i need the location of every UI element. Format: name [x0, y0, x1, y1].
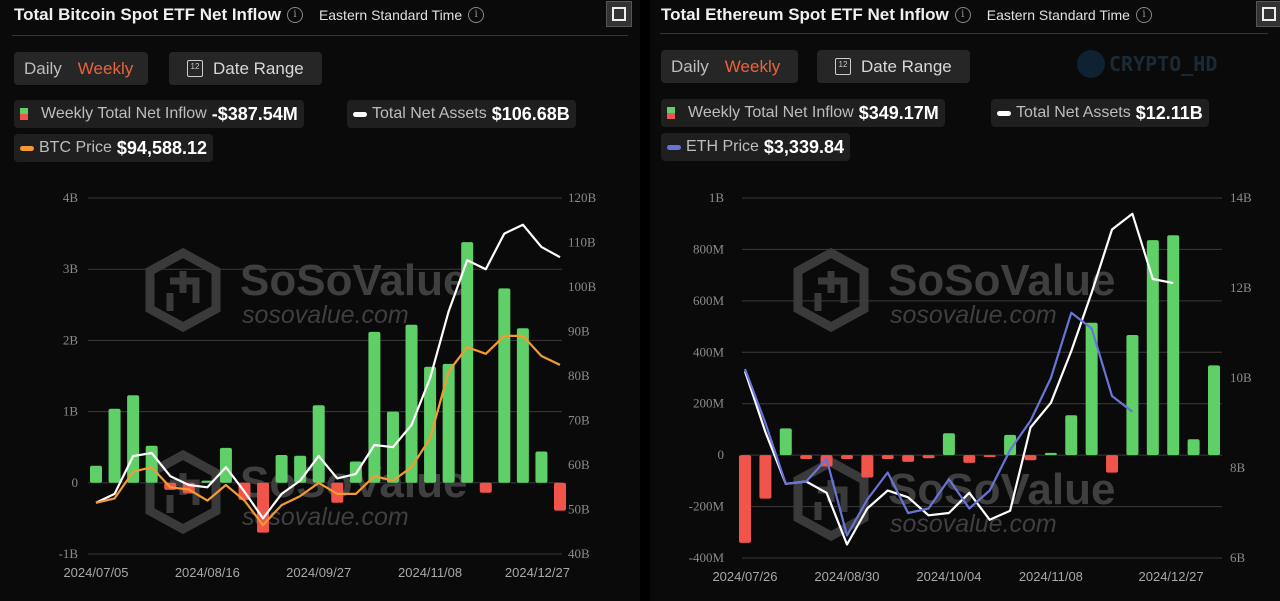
y-right-tick-label: 10B: [1230, 370, 1252, 385]
inflow-bar: [219, 447, 232, 483]
outflow-bar: [861, 455, 874, 478]
watermark-brand: SoSoValue: [240, 256, 467, 305]
y-right-tick-label: 40B: [568, 546, 590, 561]
watermark-brand: SoSoValue: [888, 256, 1115, 305]
inflow-bar: [90, 465, 102, 483]
y-right-tick-label: 120B: [568, 190, 597, 205]
watermark-site: sosovalue.com: [890, 510, 1057, 538]
inflow-bar: [461, 242, 474, 483]
y-right-tick-label: 12B: [1230, 280, 1252, 295]
y-left-tick-label: -200M: [689, 499, 725, 514]
y-left-tick-label: 0: [718, 447, 725, 462]
y-left-tick-label: 600M: [693, 293, 725, 308]
inflow-bar: [942, 433, 955, 456]
y-right-tick-label: 6B: [1230, 550, 1246, 565]
y-left-tick-label: 800M: [693, 241, 725, 256]
outflow-bar: [881, 455, 894, 459]
y-left-tick-label: 4B: [63, 190, 79, 205]
outflow-bar: [983, 455, 996, 458]
y-right-tick-label: 100B: [568, 279, 597, 294]
y-left-tick-label: 1B: [709, 190, 725, 205]
inflow-bar: [1146, 240, 1159, 456]
inflow-bar: [779, 428, 792, 456]
x-tick-label: 2024/11/08: [1019, 569, 1083, 584]
x-tick-label: 2024/12/27: [505, 565, 570, 580]
outflow-bar: [840, 455, 853, 459]
sosovalue-watermark: SoSoValuesosovalue.com: [793, 247, 1115, 333]
x-tick-label: 2024/11/08: [398, 565, 462, 580]
sosovalue-logo-icon: [814, 271, 848, 311]
inflow-bar: [1065, 415, 1078, 456]
inflow-bar: [516, 328, 529, 483]
inflow-bar: [368, 331, 381, 483]
sosovalue-watermark: SoSoValuesosovalue.com: [145, 247, 467, 333]
outflow-bar: [739, 455, 751, 543]
y-left-tick-label: -1B: [59, 546, 79, 561]
inflow-bar: [498, 288, 511, 483]
inflow-bar: [312, 405, 325, 483]
inflow-bar: [294, 455, 307, 483]
y-right-tick-label: 70B: [568, 413, 590, 428]
y-right-tick-label: 110B: [568, 235, 596, 250]
outflow-bar: [922, 455, 935, 459]
watermark-site: sosovalue.com: [890, 301, 1057, 329]
outflow-bar: [963, 455, 976, 463]
y-right-tick-label: 50B: [568, 502, 590, 517]
x-tick-label: 2024/09/27: [286, 565, 351, 580]
x-tick-label: 2024/07/05: [63, 565, 128, 580]
y-right-tick-label: 60B: [568, 457, 590, 472]
sosovalue-logo-icon: [814, 480, 848, 520]
sosovalue-logo-icon: [166, 271, 200, 311]
y-left-tick-label: 2B: [63, 332, 79, 347]
outflow-bar: [479, 482, 492, 493]
watermark-site: sosovalue.com: [242, 301, 409, 329]
y-right-tick-label: 14B: [1230, 190, 1252, 205]
y-right-tick-label: 8B: [1230, 460, 1246, 475]
y-left-tick-label: 0: [72, 475, 79, 490]
y-left-tick-label: 400M: [693, 344, 725, 359]
sosovalue-watermark: SoSoValuesosovalue.com: [145, 449, 467, 535]
x-tick-label: 2024/07/26: [712, 569, 777, 584]
inflow-bar: [1208, 365, 1220, 456]
inflow-bar: [1126, 335, 1139, 456]
outflow-bar: [902, 455, 915, 462]
inflow-bar: [1044, 452, 1057, 456]
inflow-bar: [442, 363, 455, 483]
x-tick-label: 2024/08/16: [175, 565, 240, 580]
inflow-bar: [108, 408, 121, 483]
inflow-bar: [1167, 235, 1180, 456]
y-left-tick-label: -400M: [689, 550, 725, 565]
inflow-bar: [275, 455, 288, 483]
outflow-bar: [800, 455, 813, 459]
inflow-bar: [145, 445, 158, 483]
outflow-bar: [1106, 455, 1119, 473]
outflow-bar: [554, 482, 566, 511]
x-tick-label: 2024/10/04: [916, 569, 981, 584]
y-left-tick-label: 3B: [63, 261, 79, 276]
inflow-bar: [1187, 439, 1200, 456]
x-tick-label: 2024/08/30: [814, 569, 879, 584]
charts-layer: SoSoValuesosovalue.comSoSoValuesosovalue…: [59, 190, 1253, 584]
inflow-bar: [535, 451, 548, 483]
outflow-bar: [759, 455, 772, 499]
y-left-tick-label: 200M: [693, 396, 725, 411]
x-tick-label: 2024/12/27: [1139, 569, 1204, 584]
y-right-tick-label: 80B: [568, 368, 590, 383]
y-right-tick-label: 90B: [568, 324, 590, 339]
outflow-bar: [1024, 455, 1037, 461]
y-left-tick-label: 1B: [63, 404, 79, 419]
